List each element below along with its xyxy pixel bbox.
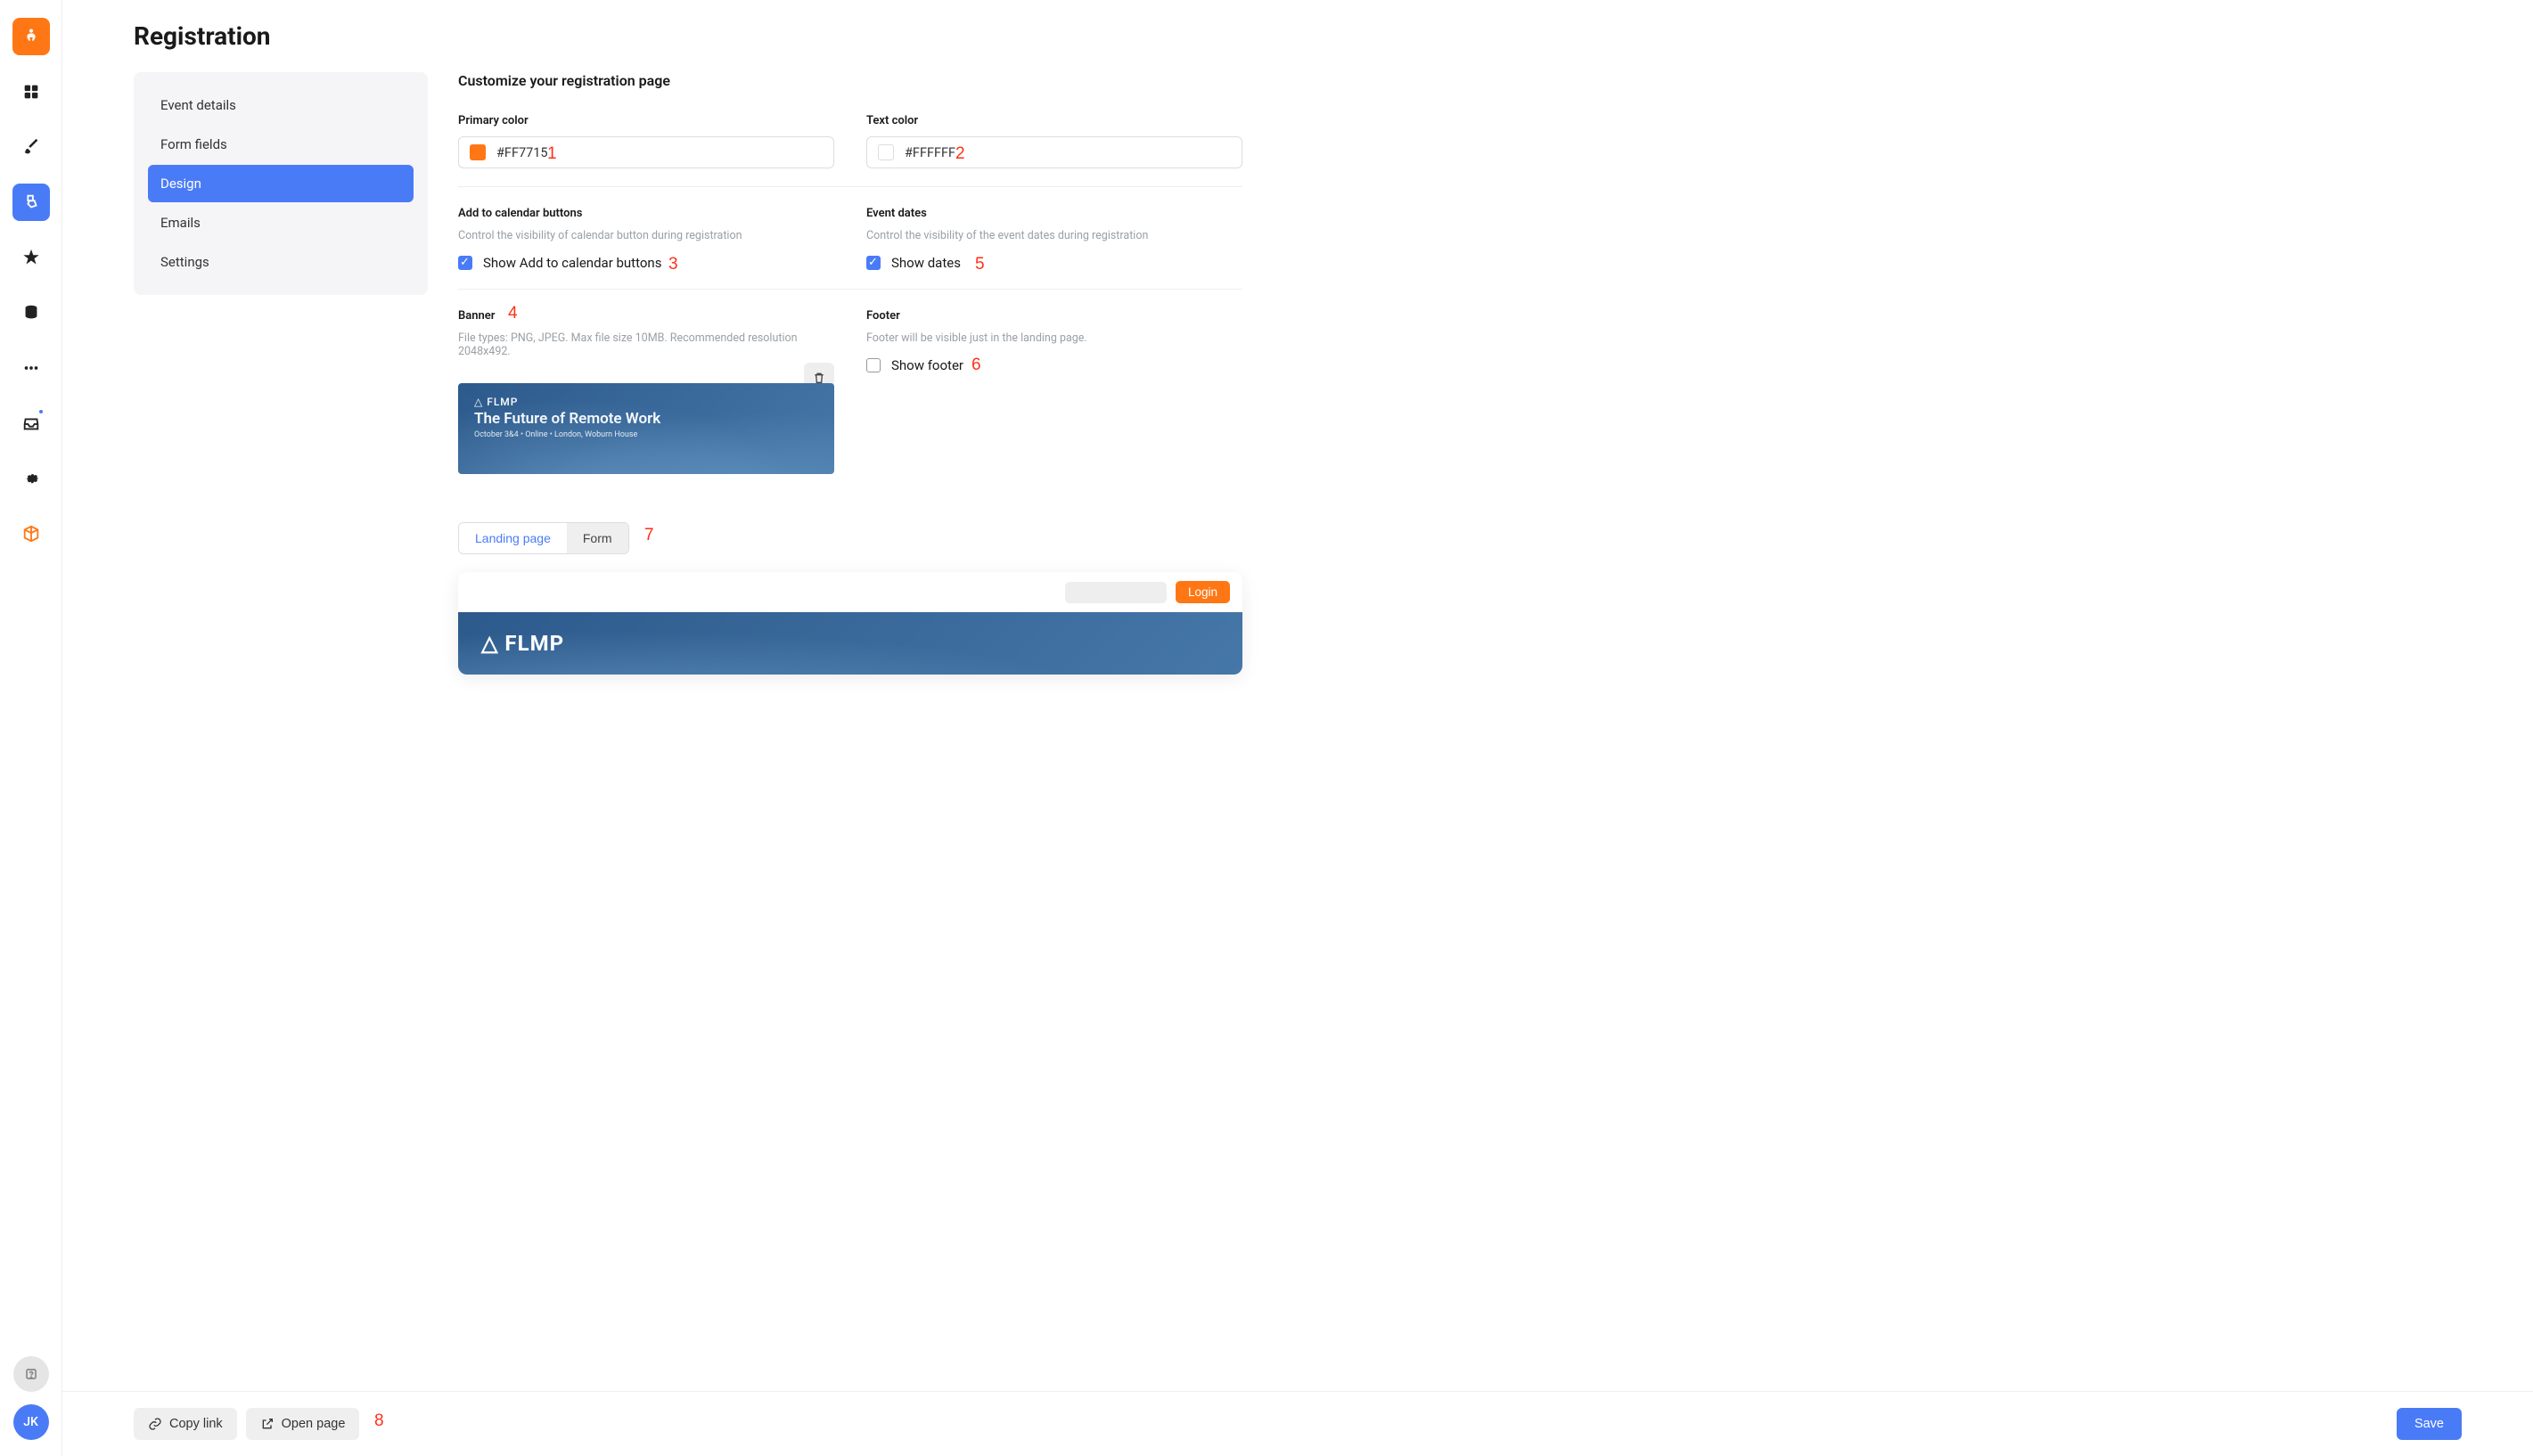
- save-button[interactable]: Save: [2397, 1408, 2462, 1440]
- footer-label: Footer: [866, 309, 1242, 323]
- divider: [458, 186, 1242, 187]
- footer-checkbox-row[interactable]: Show footer: [866, 357, 1242, 373]
- calendar-buttons-checkbox-label: Show Add to calendar buttons: [483, 255, 661, 271]
- subnav-settings[interactable]: Settings: [148, 243, 414, 281]
- event-dates-label: Event dates: [866, 207, 1242, 220]
- user-avatar[interactable]: JK: [13, 1404, 49, 1440]
- help-icon[interactable]: [13, 1356, 49, 1392]
- left-sidebar: JK: [0, 0, 62, 1456]
- banner-preview[interactable]: △ FLMP The Future of Remote Work October…: [458, 383, 834, 474]
- subnav-event-details[interactable]: Event details: [148, 86, 414, 124]
- star-icon[interactable]: [12, 239, 50, 276]
- preview-banner: △ FLMP: [458, 612, 1242, 675]
- banner-logo: △ FLMP: [474, 396, 818, 408]
- calendar-buttons-label: Add to calendar buttons: [458, 207, 834, 220]
- tab-landing-page[interactable]: Landing page: [459, 523, 567, 553]
- open-page-button[interactable]: Open page: [246, 1408, 360, 1440]
- subnav-form-fields[interactable]: Form fields: [148, 126, 414, 163]
- preview-banner-logo: △ FLMP: [481, 631, 564, 656]
- banner-subtitle: October 3&4 • Online • London, Woburn Ho…: [474, 430, 818, 439]
- annotation-8: 8: [374, 1411, 384, 1431]
- calendar-buttons-checkbox[interactable]: [458, 256, 472, 270]
- text-color-value: #FFFFFF: [905, 145, 955, 160]
- more-icon[interactable]: [12, 349, 50, 387]
- logo-icon[interactable]: [12, 18, 50, 55]
- notification-dot: [37, 408, 45, 415]
- primary-color-value: #FF7715: [496, 145, 548, 160]
- preview-login-button[interactable]: Login: [1176, 581, 1230, 603]
- external-link-icon: [260, 1417, 275, 1431]
- banner-title: The Future of Remote Work: [474, 410, 818, 428]
- banner-desc: File types: PNG, JPEG. Max file size 10M…: [458, 331, 834, 358]
- open-page-label: Open page: [282, 1417, 346, 1431]
- link-icon: [148, 1417, 162, 1431]
- calendar-buttons-desc: Control the visibility of calendar butto…: [458, 229, 834, 242]
- event-dates-checkbox-row[interactable]: Show dates: [866, 255, 1242, 271]
- primary-color-input[interactable]: #FF7715: [458, 136, 834, 168]
- copy-link-label: Copy link: [169, 1417, 223, 1431]
- action-bar: Copy link Open page 8 Save: [62, 1391, 2533, 1456]
- gear-icon[interactable]: [12, 460, 50, 497]
- preview-skeleton: [1065, 582, 1167, 603]
- calendar-buttons-checkbox-row[interactable]: Show Add to calendar buttons: [458, 255, 834, 271]
- shapes-icon[interactable]: [12, 184, 50, 221]
- settings-subnav: Event details Form fields Design Emails …: [134, 72, 428, 295]
- inbox-icon[interactable]: [12, 405, 50, 442]
- tab-form[interactable]: Form: [567, 523, 628, 553]
- primary-color-label: Primary color: [458, 114, 834, 127]
- banner-label: Banner: [458, 309, 834, 323]
- page-title: Registration: [134, 21, 2462, 51]
- subnav-emails[interactable]: Emails: [148, 204, 414, 241]
- section-heading: Customize your registration page: [458, 72, 1242, 89]
- event-dates-checkbox[interactable]: [866, 256, 881, 270]
- divider: [458, 289, 1242, 290]
- brush-icon[interactable]: [12, 128, 50, 166]
- copy-link-button[interactable]: Copy link: [134, 1408, 237, 1440]
- preview-tabs: Landing page Form: [458, 522, 629, 554]
- text-color-swatch: [878, 144, 894, 160]
- annotation-7: 7: [644, 526, 654, 545]
- user-initials: JK: [23, 1415, 38, 1429]
- footer-checkbox-label: Show footer: [891, 357, 963, 373]
- footer-checkbox[interactable]: [866, 358, 881, 372]
- event-dates-desc: Control the visibility of the event date…: [866, 229, 1242, 242]
- subnav-design[interactable]: Design: [148, 165, 414, 202]
- primary-color-swatch: [470, 144, 486, 160]
- cube-icon[interactable]: [12, 515, 50, 552]
- text-color-input[interactable]: #FFFFFF: [866, 136, 1242, 168]
- preview-box: Login △ FLMP: [458, 572, 1242, 675]
- database-icon[interactable]: [12, 294, 50, 331]
- dashboard-icon[interactable]: [12, 73, 50, 110]
- text-color-label: Text color: [866, 114, 1242, 127]
- event-dates-checkbox-label: Show dates: [891, 255, 961, 271]
- footer-desc: Footer will be visible just in the landi…: [866, 331, 1242, 345]
